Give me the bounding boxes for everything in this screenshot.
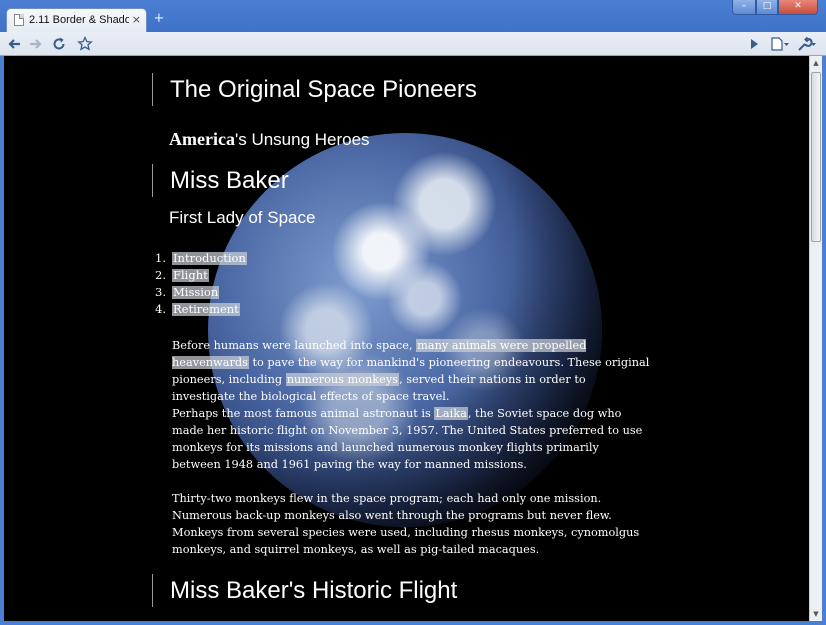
- section-subtitle: First Lady of Space: [169, 208, 316, 227]
- section-title-historic-flight: Miss Baker's Historic Flight: [170, 577, 458, 604]
- subtitle-text: 's Unsung Heroes: [234, 130, 370, 149]
- close-window-button[interactable]: ✕: [778, 0, 818, 15]
- star-icon[interactable]: [76, 35, 94, 53]
- heading-border: [152, 574, 153, 607]
- scrollbar-thumb[interactable]: [811, 72, 821, 242]
- laika-paragraph: Perhaps the most famous animal astronaut…: [172, 407, 643, 471]
- wrench-icon[interactable]: [796, 35, 816, 53]
- toc-link-flight[interactable]: Flight: [172, 269, 209, 282]
- new-tab-button[interactable]: +: [152, 12, 166, 26]
- tab-title: 2.11 Border & Shadow De...: [29, 14, 129, 26]
- page-subtitle: America's Unsung Heroes: [169, 129, 370, 150]
- window-controls: – □ ✕: [732, 0, 818, 15]
- window-frame-bottom: [0, 621, 826, 625]
- monkeys-paragraph: Thirty-two monkeys flew in the space pro…: [172, 492, 640, 556]
- minimize-button[interactable]: –: [732, 0, 756, 15]
- browser-tab[interactable]: 2.11 Border & Shadow De... ×: [6, 8, 147, 32]
- browser-tab-strip: 2.11 Border & Shadow De... × + – □ ✕: [0, 0, 826, 32]
- tab-close-icon[interactable]: ×: [132, 13, 141, 27]
- page-title: The Original Space Pioneers: [170, 76, 477, 103]
- heading-border: [152, 73, 153, 106]
- back-icon[interactable]: [6, 35, 24, 53]
- maximize-button[interactable]: □: [756, 0, 778, 15]
- section-title-miss-baker: Miss Baker: [170, 167, 289, 194]
- link-numerous-monkeys[interactable]: numerous monkeys: [285, 373, 400, 386]
- toc-link-retirement[interactable]: Retirement: [172, 303, 240, 316]
- forward-icon[interactable]: [26, 35, 44, 53]
- heading-border: [152, 164, 153, 197]
- page-menu-icon[interactable]: [768, 35, 789, 53]
- page-viewport: The Original Space Pioneers America's Un…: [4, 56, 809, 621]
- reload-icon[interactable]: [50, 35, 68, 53]
- toc-link-mission[interactable]: Mission: [172, 286, 220, 299]
- page-icon: [14, 14, 24, 26]
- address-bar[interactable]: [98, 34, 738, 54]
- vertical-scrollbar[interactable]: ▲ ▼: [809, 56, 822, 621]
- play-icon[interactable]: [745, 35, 763, 53]
- scroll-up-icon[interactable]: ▲: [810, 56, 822, 70]
- toc-link-introduction[interactable]: Introduction: [172, 252, 247, 265]
- browser-toolbar: [0, 32, 826, 56]
- scroll-down-icon[interactable]: ▼: [810, 607, 822, 621]
- subtitle-brand: America: [169, 129, 235, 149]
- intro-paragraph: Before humans were launched into space, …: [172, 339, 650, 403]
- link-laika[interactable]: Laika: [434, 407, 468, 420]
- window-frame-right: [822, 56, 826, 625]
